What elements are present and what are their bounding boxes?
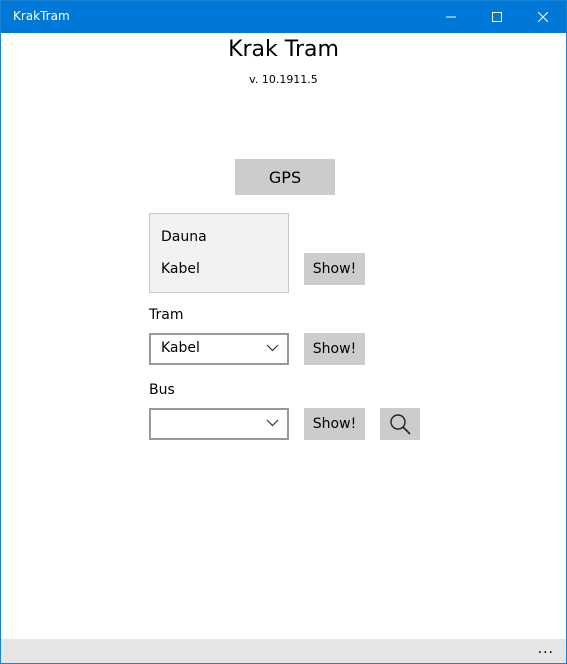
app-window: KrakTram Krak Tram v. 10.1911.5 GPS Daun… xyxy=(0,0,567,664)
bus-label: Bus xyxy=(149,382,175,398)
maximize-icon xyxy=(492,12,502,22)
close-icon xyxy=(538,12,548,22)
tram-dropdown[interactable]: Kabel xyxy=(149,333,289,365)
minimize-button[interactable] xyxy=(428,1,474,33)
chevron-down-icon xyxy=(266,344,279,352)
show-bus-button[interactable]: Show! xyxy=(304,408,365,440)
gps-button[interactable]: GPS xyxy=(235,159,335,195)
list-item[interactable]: Dauna xyxy=(161,229,207,245)
close-button[interactable] xyxy=(520,1,566,33)
version-label: v. 10.1911.5 xyxy=(249,73,318,86)
list-item[interactable]: Kabel xyxy=(161,261,200,277)
tram-label: Tram xyxy=(149,307,184,323)
more-button[interactable]: ... xyxy=(538,639,554,663)
bus-dropdown[interactable] xyxy=(149,408,289,440)
search-icon xyxy=(390,414,411,435)
search-button[interactable] xyxy=(380,408,420,440)
title-bar[interactable]: KrakTram xyxy=(1,1,566,33)
show-stops-button[interactable]: Show! xyxy=(304,253,365,285)
minimize-icon xyxy=(446,16,456,18)
page-title: Krak Tram xyxy=(228,37,339,62)
maximize-button[interactable] xyxy=(474,1,520,33)
app-bar: ... xyxy=(1,639,566,663)
window-title: KrakTram xyxy=(13,9,70,23)
stops-listbox[interactable]: Dauna Kabel xyxy=(149,213,289,293)
show-tram-button[interactable]: Show! xyxy=(304,333,365,365)
chevron-down-icon xyxy=(266,419,279,427)
tram-selected-value: Kabel xyxy=(161,340,200,356)
